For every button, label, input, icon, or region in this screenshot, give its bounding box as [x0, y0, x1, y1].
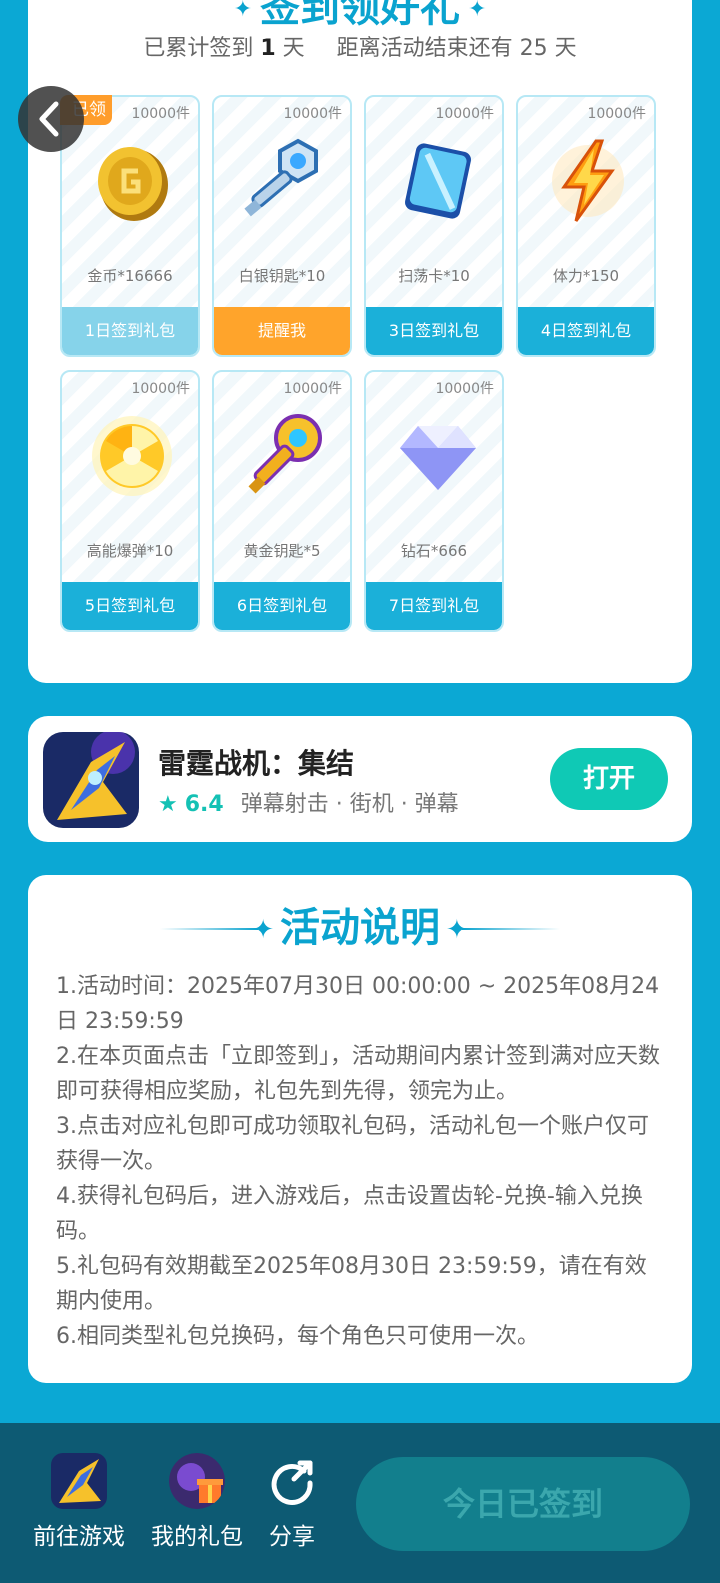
gift-card-day3[interactable]: 10000件 扫荡卡*10 3日签到礼包 [364, 95, 504, 357]
gift-button[interactable]: 7日签到礼包 [366, 582, 502, 630]
gift-quantity: 10000件 [283, 106, 342, 122]
sparkle-icon: ✦ [468, 0, 487, 22]
gift-name: 高能爆弹*10 [86, 542, 174, 560]
gift-name: 钻石*666 [400, 542, 468, 560]
gift-name: 体力*150 [552, 267, 620, 285]
share-icon [264, 1453, 320, 1509]
rules-title: ✦ 活动说明 ✦ [252, 905, 468, 951]
silver-key-icon [244, 138, 318, 217]
gift-button[interactable]: 5日签到礼包 [62, 582, 198, 630]
signin-title: ✦ 签到领好礼 ✦ [28, 0, 692, 30]
rule-item: 3.点击对应礼包即可成功领取礼包码，活动礼包一个账户仅可获得一次。 [56, 1114, 649, 1174]
gift-name: 白银钥匙*10 [238, 267, 326, 285]
signin-days: 1 [260, 36, 276, 61]
rules-card: ✦ 活动说明 ✦ 1.活动时间：2025年07月30日 00:00:00 ~ 202… [28, 875, 692, 1383]
signin-stats: 已累计签到 1 天 距离活动结束还有 25 天 [143, 36, 577, 61]
rules-body: 1.活动时间：2025年07月30日 00:00:00 ~ 2025年08月24… [56, 969, 668, 1354]
go-game-button[interactable]: 前往游戏 [30, 1453, 128, 1551]
gift-card-day5[interactable]: 10000件 高能爆弹*10 5日签到礼包 [60, 370, 200, 632]
rules-header: ✦ 活动说明 ✦ [28, 903, 692, 953]
rule-item: 2.在本页面点击「立即签到」，活动期间内累计签到满对应天数即可获得相应奖励，礼包… [56, 1044, 660, 1104]
gift-button[interactable]: 6日签到礼包 [214, 582, 350, 630]
rule-item: 6.相同类型礼包兑换码，每个角色只可使用一次。 [56, 1324, 539, 1349]
gift-card-day7[interactable]: 10000件 钻石*666 7日签到礼包 [364, 370, 504, 632]
chevron-left-icon [39, 101, 59, 137]
gift-quantity: 10000件 [435, 106, 494, 122]
back-button[interactable] [18, 86, 84, 152]
gold-coin-icon [98, 147, 168, 221]
gift-button[interactable]: 1日签到礼包 [62, 307, 198, 355]
rule-item: 1.活动时间：2025年07月30日 00:00:00 ~ 2025年08月24… [56, 974, 660, 1034]
remind-me-button[interactable]: 提醒我 [214, 307, 350, 355]
gift-name: 扫荡卡*10 [398, 267, 470, 285]
sparkle-icon: ✦ [446, 915, 468, 945]
energy-bomb-icon [92, 416, 172, 496]
gold-key-icon [248, 414, 322, 494]
gift-button[interactable]: 4日签到礼包 [518, 307, 654, 355]
gift-quantity: 10000件 [131, 106, 190, 122]
gift-quantity: 10000件 [435, 381, 494, 397]
game-meta: ★ 6.4 弹幕射击 · 街机 · 弹幕 [158, 786, 459, 818]
sparkle-icon: ✦ [252, 915, 274, 945]
gift-quantity: 10000件 [283, 381, 342, 397]
sweep-card-icon [405, 143, 471, 219]
game-icon[interactable] [43, 732, 139, 828]
gift-button[interactable]: 3日签到礼包 [366, 307, 502, 355]
my-gifts-button[interactable]: 我的礼包 [148, 1453, 246, 1551]
gift-card-day4[interactable]: 10000件 体力*150 4日签到礼包 [516, 95, 656, 357]
game-tags: 弹幕射击 · 街机 · 弹幕 [240, 792, 459, 817]
sparkle-icon: ✦ [233, 0, 252, 22]
gift-quantity: 10000件 [587, 106, 646, 122]
gift-name: 黄金钥匙*5 [243, 542, 321, 560]
lightning-stamina-icon [552, 139, 624, 222]
star-icon: ★ [158, 792, 178, 817]
remaining-days: 25 [519, 36, 548, 61]
rule-item: 5.礼包码有效期截至2025年08月30日 23:59:59，请在有效期内使用。 [56, 1254, 647, 1314]
game-rating: 6.4 [184, 792, 224, 817]
game-title: 雷霆战机：集结 [158, 747, 355, 780]
game-card: 雷霆战机：集结 ★ 6.4 弹幕射击 · 街机 · 弹幕 打开 [28, 716, 692, 842]
signed-today-button[interactable]: 今日已签到 [356, 1457, 690, 1551]
open-game-button[interactable]: 打开 [550, 748, 668, 810]
gift-box-icon [169, 1453, 225, 1509]
gift-quantity: 10000件 [131, 381, 190, 397]
gift-card-day6[interactable]: 10000件 黄金钥匙*5 6日签到礼包 [212, 370, 352, 632]
game-icon [51, 1453, 107, 1509]
gift-card-day2[interactable]: 10000件 白银钥匙*10 提醒我 [212, 95, 352, 357]
rule-item: 4.获得礼包码后，进入游戏后，点击设置齿轮-兑换-输入兑换码。 [56, 1184, 643, 1244]
gift-name: 金币*16666 [87, 267, 173, 285]
share-button[interactable]: 分享 [262, 1453, 322, 1551]
diamond-icon [400, 426, 476, 490]
bottom-bar: 前往游戏 我的礼包 分享 今日已签到 [0, 1423, 720, 1583]
